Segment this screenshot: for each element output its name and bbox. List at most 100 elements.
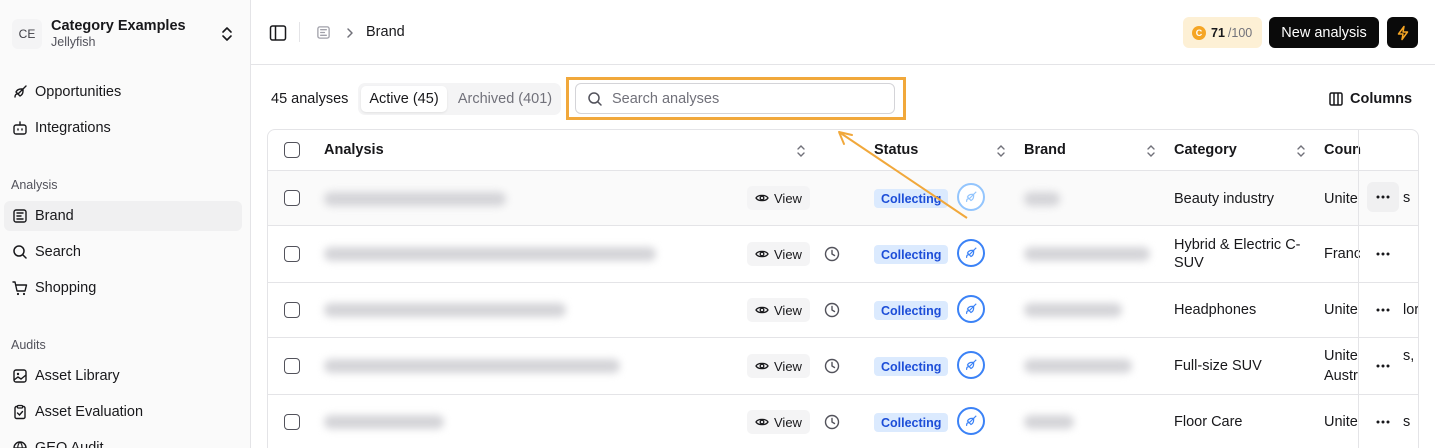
- sidebar-item-geo-audit[interactable]: GEO Audit: [4, 433, 242, 448]
- sidebar-item-search[interactable]: Search: [4, 237, 242, 267]
- rocket-icon: [966, 415, 977, 426]
- table-row[interactable]: View Collecting Full-size SUV Unite Aust…: [268, 338, 1418, 395]
- sidebar-item-integrations[interactable]: Integrations: [4, 113, 242, 143]
- row-actions-button[interactable]: [1367, 239, 1399, 269]
- header-brand[interactable]: Brand: [1024, 142, 1066, 158]
- search-icon: [11, 244, 28, 261]
- select-all-checkbox[interactable]: [284, 142, 300, 158]
- view-button[interactable]: View: [747, 186, 810, 210]
- sidebar-item-label: Asset Library: [35, 368, 120, 384]
- status-badge: Collecting: [874, 357, 949, 376]
- clock-icon[interactable]: [824, 302, 840, 318]
- org-switcher[interactable]: CE Category Examples Jellyfish: [12, 14, 240, 54]
- row-actions-button[interactable]: [1367, 295, 1399, 325]
- sidebar-item-label: Shopping: [35, 280, 97, 296]
- search-field[interactable]: [575, 83, 895, 114]
- rocket-status-button[interactable]: [957, 407, 985, 435]
- country-cell: Unite: [1324, 302, 1358, 318]
- table-header: Analysis Status Brand Category Coun: [268, 130, 1418, 171]
- rocket-icon: [966, 191, 977, 202]
- more-horizontal-icon: [1376, 195, 1390, 199]
- row-checkbox[interactable]: [284, 190, 300, 206]
- country-cell: Unite: [1324, 348, 1358, 364]
- section-label-audits: Audits: [11, 338, 46, 352]
- tab-archived[interactable]: Archived (401): [453, 86, 557, 112]
- search-icon: [588, 91, 602, 106]
- row-checkbox[interactable]: [284, 302, 300, 318]
- analyses-table: Analysis Status Brand Category Coun View…: [267, 129, 1419, 448]
- header-analysis[interactable]: Analysis: [324, 142, 384, 158]
- header-category[interactable]: Category: [1174, 142, 1237, 158]
- clock-icon[interactable]: [824, 414, 840, 430]
- table-row[interactable]: View Collecting Headphones Unite: [268, 283, 1418, 338]
- sidebar-item-label: Asset Evaluation: [35, 404, 144, 420]
- clock-icon[interactable]: [824, 246, 840, 262]
- row-checkbox[interactable]: [284, 246, 300, 262]
- layout-icon[interactable]: [316, 25, 331, 40]
- credits-badge[interactable]: C 71 /100: [1183, 17, 1262, 48]
- rocket-status-button[interactable]: [957, 295, 985, 323]
- sort-icon[interactable]: [1146, 144, 1156, 158]
- analyses-count: 45 analyses: [271, 91, 349, 107]
- sidebar-item-asset-evaluation[interactable]: Asset Evaluation: [4, 397, 242, 427]
- sidebar-item-label: Opportunities: [35, 84, 122, 100]
- rocket-status-button[interactable]: [957, 239, 985, 267]
- view-button[interactable]: View: [747, 242, 810, 266]
- tab-active[interactable]: Active (45): [361, 86, 447, 112]
- rocket-icon: [11, 84, 28, 101]
- table-row[interactable]: View Collecting Floor Care Unite: [268, 395, 1418, 448]
- new-analysis-button[interactable]: New analysis: [1269, 17, 1379, 48]
- row-actions-button[interactable]: [1367, 407, 1399, 437]
- row-actions-button[interactable]: [1367, 351, 1399, 381]
- sort-icon[interactable]: [796, 144, 806, 158]
- sidebar-item-brand[interactable]: Brand: [4, 201, 242, 231]
- sidebar-item-shopping[interactable]: Shopping: [4, 273, 242, 303]
- view-button[interactable]: View: [747, 298, 810, 322]
- columns-button[interactable]: Columns: [1328, 91, 1412, 107]
- rocket-icon: [966, 303, 977, 314]
- rocket-status-button[interactable]: [957, 351, 985, 379]
- sidebar-item-label: Search: [35, 244, 81, 260]
- more-horizontal-icon: [1376, 364, 1390, 368]
- sort-icon[interactable]: [996, 144, 1006, 158]
- country-overflow-text: s: [1403, 190, 1411, 206]
- table-row[interactable]: View Collecting Beauty industry Unite: [268, 171, 1418, 226]
- globe-icon: [11, 440, 28, 448]
- country-overflow-text: s: [1403, 414, 1411, 430]
- header-country[interactable]: Coun: [1324, 142, 1361, 158]
- header-status[interactable]: Status: [874, 142, 918, 158]
- category-cell: Full-size SUV: [1174, 358, 1262, 374]
- bot-icon: [11, 120, 28, 137]
- redacted-brand: [1024, 247, 1150, 261]
- country-cell-line2: Austr: [1324, 368, 1358, 384]
- eye-icon: [755, 194, 769, 202]
- rocket-status-button[interactable]: [957, 183, 985, 211]
- view-button[interactable]: View: [747, 354, 810, 378]
- top-bar: Brand C 71 /100 New analysis: [251, 0, 1435, 65]
- status-badge: Collecting: [874, 245, 949, 264]
- row-checkbox[interactable]: [284, 358, 300, 374]
- row-checkbox[interactable]: [284, 414, 300, 430]
- sidebar: CE Category Examples Jellyfish Opportuni…: [0, 0, 251, 448]
- redacted-brand: [1024, 359, 1132, 373]
- credits-used: 71: [1211, 25, 1225, 40]
- search-input[interactable]: [612, 90, 882, 107]
- sidebar-item-label: Brand: [35, 208, 74, 224]
- redacted-analysis-name: [324, 415, 444, 429]
- table-row[interactable]: View Collecting Hybrid & Electric C-SUV …: [268, 226, 1418, 283]
- country-overflow-text: s,: [1403, 348, 1415, 364]
- sort-icon[interactable]: [1296, 144, 1306, 158]
- more-horizontal-icon: [1376, 420, 1390, 424]
- redacted-brand: [1024, 192, 1060, 206]
- row-actions-button[interactable]: [1367, 182, 1399, 212]
- sidebar-toggle-icon[interactable]: [269, 24, 287, 42]
- columns-icon: [1329, 92, 1343, 106]
- clock-icon[interactable]: [824, 358, 840, 374]
- sidebar-item-opportunities[interactable]: Opportunities: [4, 77, 242, 107]
- country-overflow-text: lor: [1403, 302, 1419, 318]
- org-name: Category Examples: [51, 18, 186, 34]
- status-tabs: Active (45) Archived (401): [358, 83, 561, 115]
- view-button[interactable]: View: [747, 410, 810, 434]
- quick-action-button[interactable]: [1387, 17, 1418, 48]
- sidebar-item-asset-library[interactable]: Asset Library: [4, 361, 242, 391]
